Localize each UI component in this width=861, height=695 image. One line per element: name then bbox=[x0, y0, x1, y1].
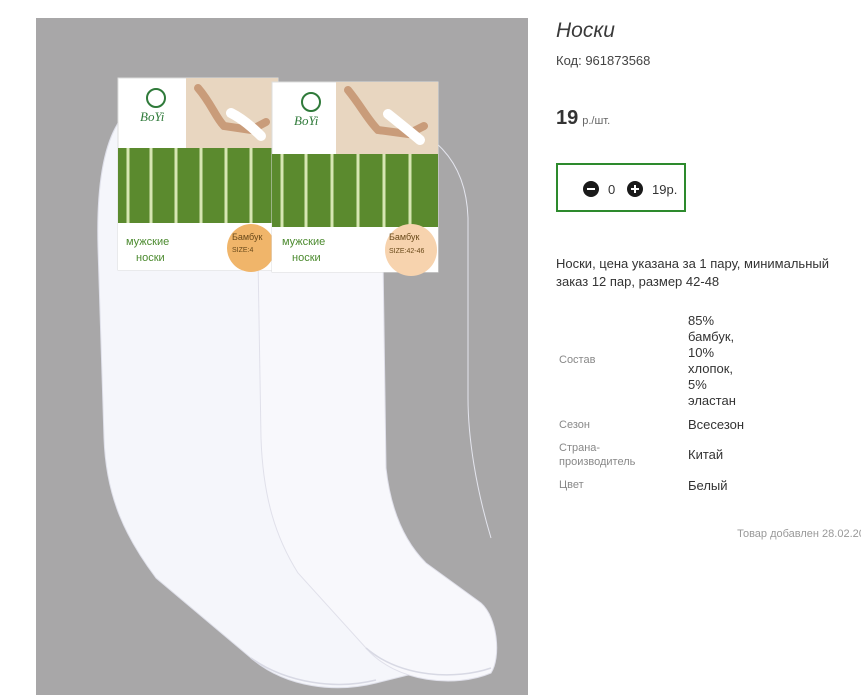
label-text-left-2: носки bbox=[136, 252, 165, 264]
property-value-country: Китай bbox=[688, 447, 724, 462]
quantity-sum: 19р. bbox=[652, 182, 678, 197]
property-label-country: Страна- производитель bbox=[559, 442, 636, 468]
product-price: 19 р./шт. bbox=[556, 107, 610, 130]
badge-text-right-1: Бамбук bbox=[389, 232, 419, 242]
quantity-value: 0 bbox=[608, 182, 616, 197]
date-added: Товар добавлен 28.02.201 bbox=[737, 528, 861, 540]
brand-text-right: BoYi bbox=[294, 113, 319, 128]
product-photo[interactable]: BoYi мужские носки Бамбук SIZE:4 BoYi му… bbox=[36, 18, 528, 695]
label-text-right-1: мужские bbox=[282, 236, 325, 248]
property-label-composition: Состав bbox=[559, 354, 596, 366]
label-text-left-1: мужские bbox=[126, 236, 169, 248]
quantity-selector: 0 19р. bbox=[556, 163, 686, 212]
product-info: Носки Код: 961873568 19 р./шт. 0 19р. Нос… bbox=[556, 0, 861, 695]
badge-text-left-2: SIZE:4 bbox=[232, 247, 254, 254]
label-card-right: BoYi мужские носки Бамбук SIZE:42-46 bbox=[271, 81, 439, 276]
plus-icon[interactable] bbox=[627, 181, 643, 197]
product-description: Носки, цена указана за 1 пару, минимальн… bbox=[556, 256, 829, 289]
product-title: Носки bbox=[556, 19, 615, 42]
property-value-composition: 85% бамбук, 10% хлопок, 5% эластан bbox=[688, 313, 736, 408]
label-text-right-2: носки bbox=[292, 252, 321, 264]
price-value: 19 bbox=[556, 107, 579, 129]
price-unit: р./шт. bbox=[582, 115, 611, 127]
minus-icon[interactable] bbox=[583, 181, 599, 197]
property-label-season: Сезон bbox=[559, 419, 590, 431]
label-card-left: BoYi мужские носки Бамбук SIZE:4 bbox=[117, 77, 279, 272]
badge-text-left-1: Бамбук bbox=[232, 232, 262, 242]
property-label-color: Цвет bbox=[559, 479, 584, 491]
brand-text-left: BoYi bbox=[140, 109, 165, 124]
product-code: Код: 961873568 bbox=[556, 53, 651, 68]
property-value-color: Белый bbox=[688, 478, 728, 493]
badge-text-right-2: SIZE:42-46 bbox=[389, 248, 425, 255]
property-value-season: Всесезон bbox=[688, 417, 745, 432]
